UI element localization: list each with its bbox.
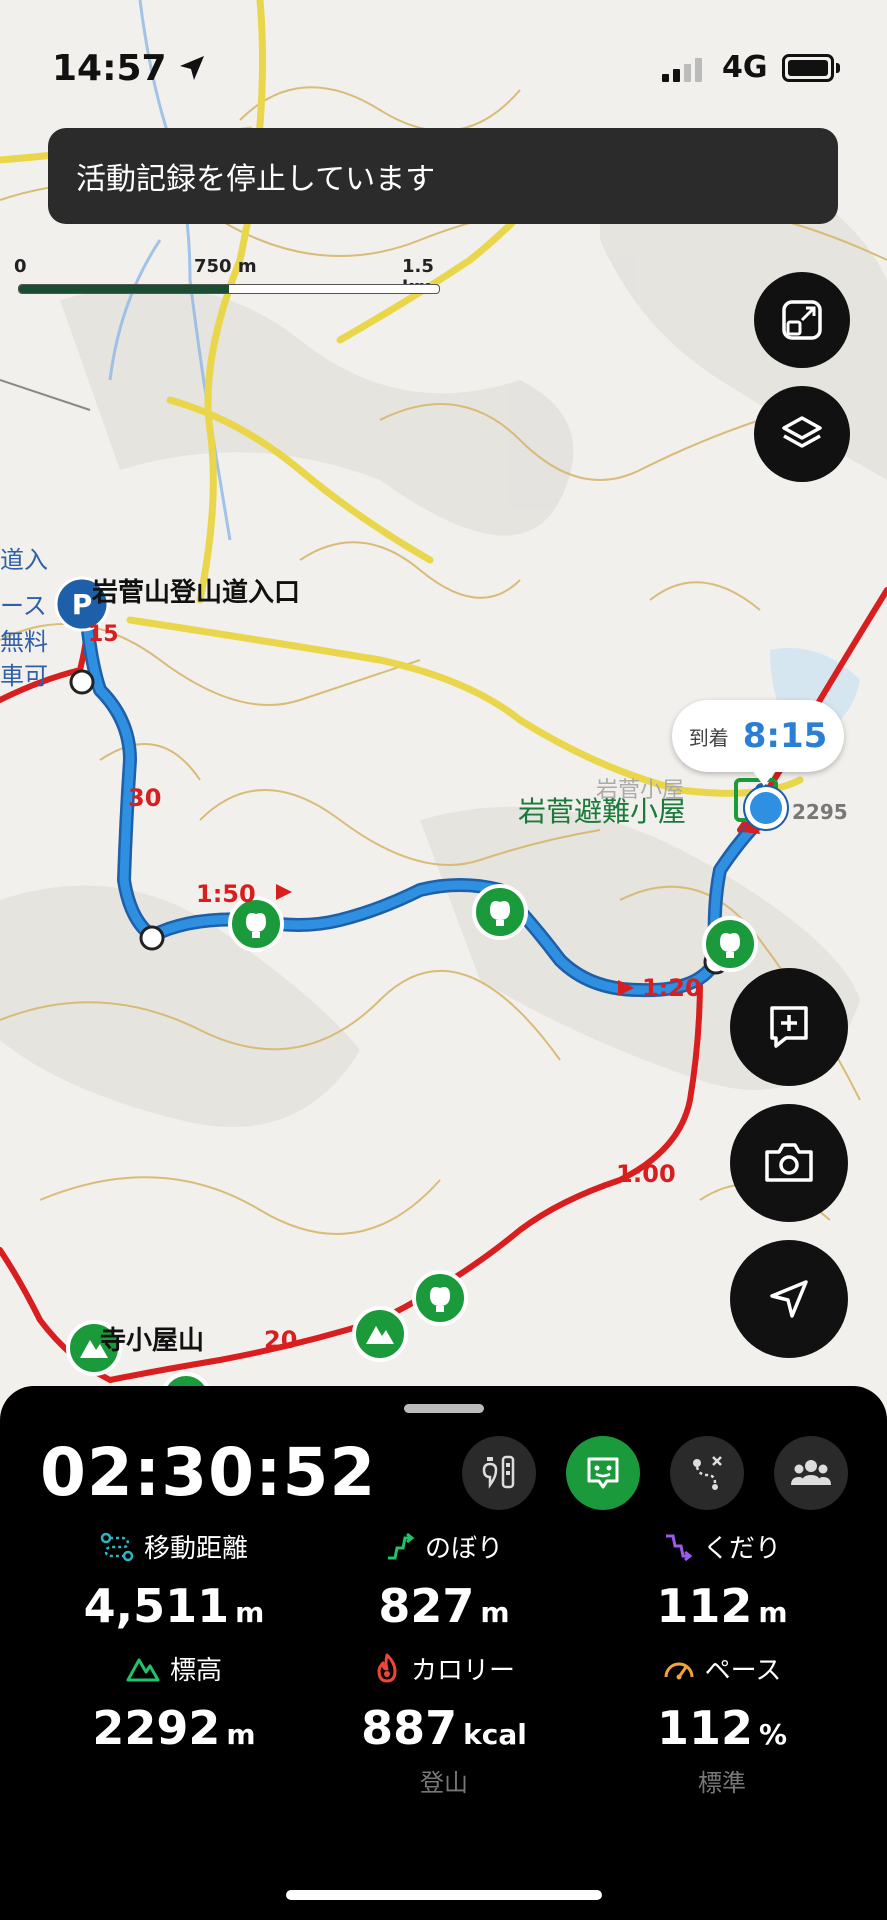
side-text: ース xyxy=(0,592,47,620)
stat-unit: m xyxy=(235,1596,265,1629)
add-note-button[interactable] xyxy=(730,968,848,1086)
sheet-handle[interactable] xyxy=(404,1404,484,1413)
stat-label: 移動距離 xyxy=(143,1534,248,1564)
side-text: 無料 xyxy=(0,628,48,656)
arrival-label: 到着 xyxy=(688,725,729,750)
ascent-icon xyxy=(387,1532,415,1559)
mountain-icon xyxy=(126,1658,160,1681)
group-icon xyxy=(791,1460,831,1485)
elapsed-time: 02:30:52 xyxy=(40,1434,377,1511)
stat-value: 827 xyxy=(378,1579,475,1633)
stat-unit: m xyxy=(758,1596,788,1629)
current-location-button[interactable] xyxy=(730,1240,848,1358)
route-time-label: 1:20 xyxy=(642,974,702,1002)
scale-bar: 0 750 m 1.5 km xyxy=(14,256,454,298)
stat-value: 112 xyxy=(656,1579,753,1633)
route-path-icon xyxy=(693,1456,722,1490)
add-note-icon xyxy=(770,1006,808,1048)
network-type: 4G xyxy=(722,50,768,85)
stat-sub-label: 標準 xyxy=(698,1769,746,1797)
route-number: 20 xyxy=(264,1326,298,1354)
stat-ascent: のぼり 827 m xyxy=(304,1528,584,1633)
fit-route-icon xyxy=(782,300,822,340)
status-bar: 14:57 4G xyxy=(0,0,887,140)
navigation-arrow-icon xyxy=(770,1280,808,1318)
scale-label: 750 m xyxy=(194,256,257,277)
camera-icon xyxy=(765,1143,813,1182)
side-text: 道入 xyxy=(0,546,48,574)
shield-face-icon xyxy=(587,1457,619,1489)
distance-route-icon xyxy=(100,1532,134,1561)
peak-label: 寺小屋山 xyxy=(100,1326,205,1356)
stat-pace: ペース 112% 標準 xyxy=(582,1650,862,1798)
stat-value: 112 xyxy=(656,1701,753,1755)
stat-unit: m xyxy=(480,1596,510,1629)
stat-label: のぼり xyxy=(424,1534,503,1564)
stat-sub-label: 登山 xyxy=(420,1769,468,1797)
layers-button[interactable] xyxy=(754,386,850,482)
fit-route-button[interactable] xyxy=(754,272,850,368)
scale-label: 0 xyxy=(14,256,27,277)
route-time-label: 1:50 xyxy=(196,880,256,908)
side-text: 車可 xyxy=(0,662,48,690)
stat-calories: カロリー 887 kcal 登山 xyxy=(304,1650,584,1798)
group-button[interactable] xyxy=(774,1436,848,1510)
partial-map-label: 岩菅小屋 xyxy=(596,778,685,803)
stat-distance: 移動距離 4,511 m xyxy=(34,1528,314,1633)
stat-label: くだり xyxy=(702,1534,781,1564)
signal-icon xyxy=(662,58,702,82)
stat-value: 2292 xyxy=(92,1701,221,1755)
stat-value: 4,511 xyxy=(83,1579,230,1633)
recording-toast: 活動記録を停止しています xyxy=(48,128,838,224)
trailhead-label: 岩菅山登山道入口 xyxy=(92,578,301,608)
route-button[interactable] xyxy=(670,1436,744,1510)
layers-icon xyxy=(782,416,822,448)
arrival-time: 8:15 xyxy=(742,716,828,756)
route-number: 30 xyxy=(128,784,162,812)
stat-descent: くだり 112 m xyxy=(582,1528,862,1633)
location-arrow-icon xyxy=(180,56,204,80)
waypoint-node xyxy=(69,669,95,695)
profile-pins-icon xyxy=(482,1455,515,1489)
callout-pointer xyxy=(752,770,776,786)
activity-panel: 02:30:52 移動距離 4,511 m のぼり 827 m くだり 112 … xyxy=(0,1386,887,1920)
safety-mode-button[interactable] xyxy=(566,1436,640,1510)
toast-message: 活動記録を停止しています xyxy=(76,162,436,197)
route-time-label: 1:00 xyxy=(616,1160,676,1188)
stat-unit: kcal xyxy=(463,1718,527,1751)
waypoint-node xyxy=(139,925,165,951)
battery-icon xyxy=(782,54,840,82)
svg-text:P: P xyxy=(72,588,93,621)
speedometer-icon xyxy=(664,1662,694,1679)
stat-elevation: 標高 2292 m xyxy=(34,1650,314,1755)
descent-icon xyxy=(665,1534,693,1561)
camera-button[interactable] xyxy=(730,1104,848,1222)
arrival-callout[interactable]: 到着 8:15 xyxy=(672,700,844,786)
stat-value: 887 xyxy=(361,1701,458,1755)
stat-unit: % xyxy=(758,1718,788,1751)
scale-track xyxy=(18,284,440,294)
stat-unit: m xyxy=(226,1718,256,1751)
elevation-label: 2295 xyxy=(792,800,848,824)
flame-icon xyxy=(377,1653,397,1682)
stat-label: カロリー xyxy=(410,1656,515,1686)
home-indicator[interactable] xyxy=(286,1890,602,1900)
stat-label: ペース xyxy=(704,1656,782,1686)
elevation-profile-button[interactable] xyxy=(462,1436,536,1510)
stat-label: 標高 xyxy=(169,1656,222,1686)
route-number: 15 xyxy=(88,622,119,647)
status-time: 14:57 xyxy=(52,48,167,89)
